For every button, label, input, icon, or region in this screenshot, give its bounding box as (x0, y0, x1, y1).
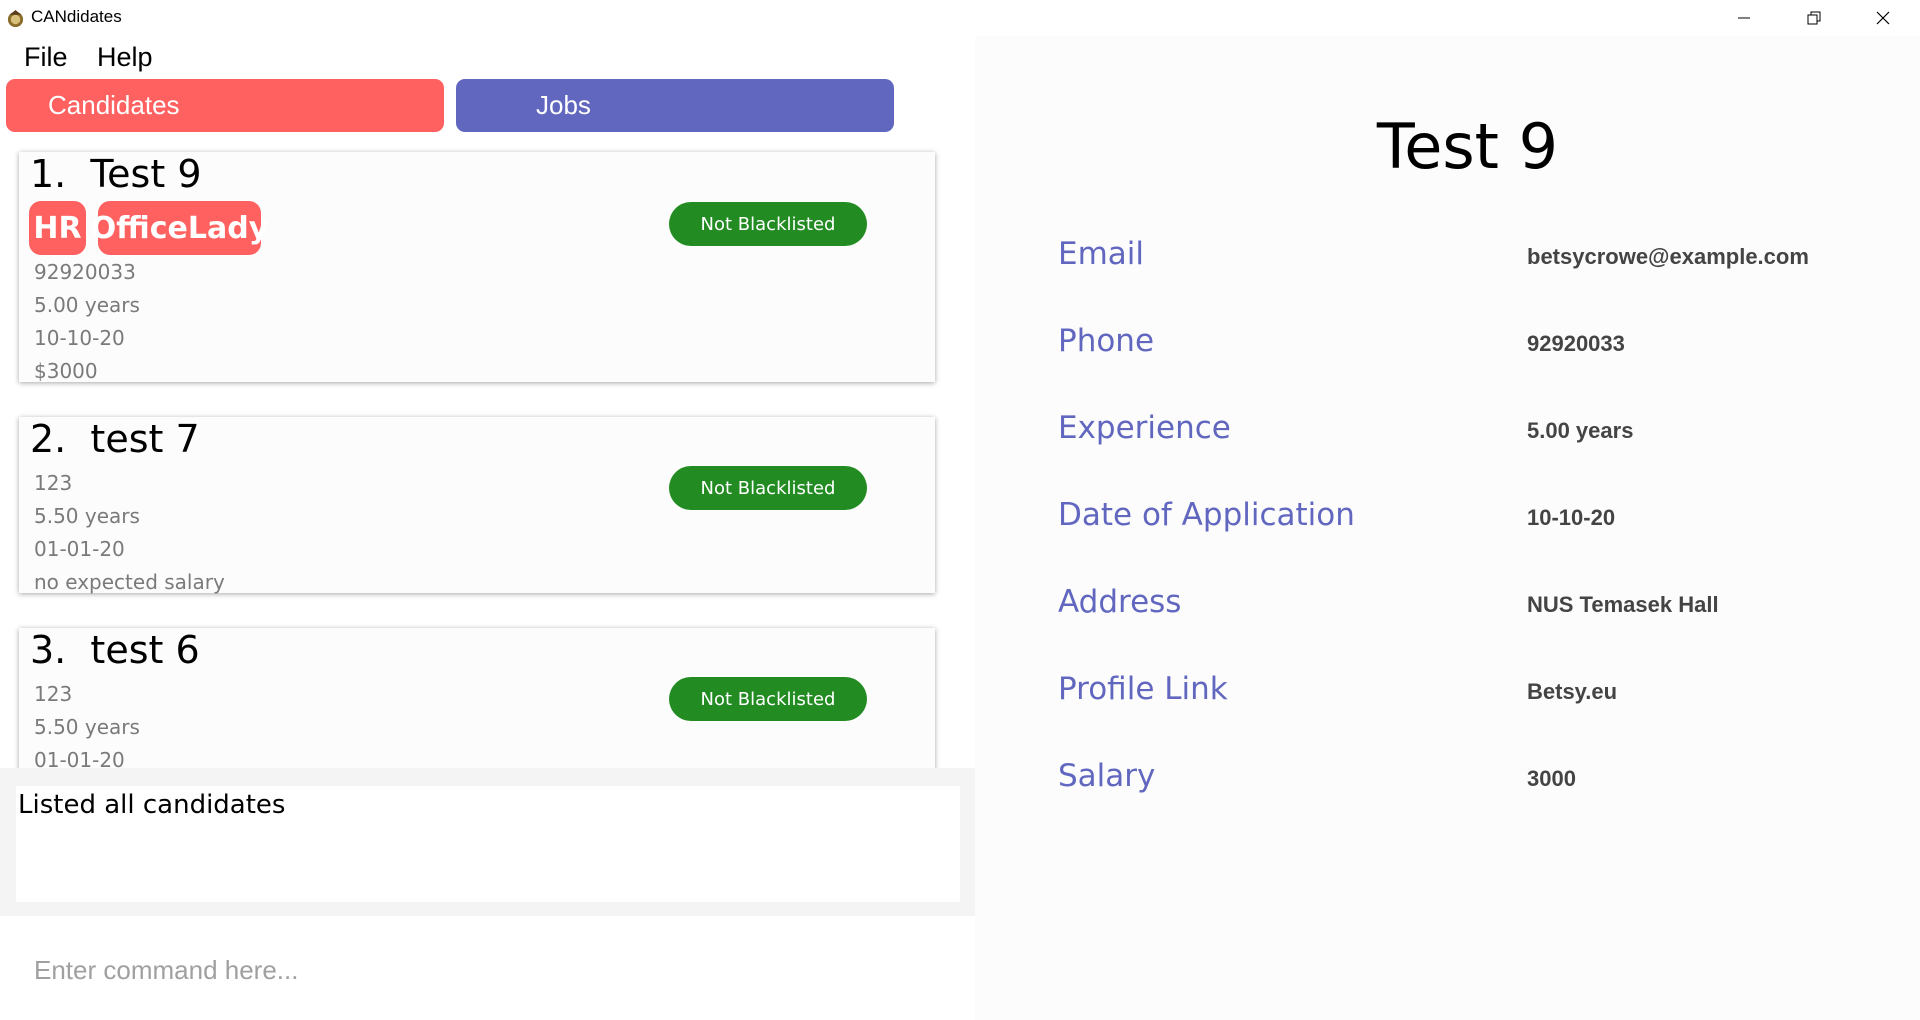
detail-label-date: Date of Application (1058, 497, 1355, 533)
detail-label-email: Email (1058, 236, 1145, 272)
candidate-name: 3. test 6 (30, 628, 200, 672)
result-display: Listed all candidates (16, 786, 960, 902)
candidate-phone: 92920033 (34, 260, 136, 284)
candidate-salary: no expected salary (34, 570, 225, 594)
detail-value-salary: 3000 (1527, 766, 1576, 791)
app-logo-icon (7, 9, 24, 28)
candidate-experience: 5.50 years (34, 504, 140, 528)
detail-label-salary: Salary (1058, 758, 1156, 794)
command-box (0, 916, 975, 1020)
menu-bar: File Help (0, 36, 975, 76)
detail-value-phone: 92920033 (1527, 331, 1625, 356)
blacklist-status-badge: Not Blacklisted (669, 202, 867, 246)
detail-label-experience: Experience (1058, 410, 1231, 446)
candidate-list[interactable]: 1. Test 9 HR OfficeLady 92920033 5.00 ye… (0, 140, 975, 768)
detail-value-profile[interactable]: Betsy.eu (1527, 679, 1617, 705)
candidate-phone: 123 (34, 471, 73, 495)
candidate-tag: HR (29, 201, 86, 255)
candidate-card[interactable]: 2. test 7 123 5.50 years 01-01-20 no exp… (19, 417, 935, 594)
result-message: Listed all candidates (18, 790, 286, 820)
close-button[interactable] (1849, 0, 1917, 36)
detail-value-email: betsycrowe@example.com (1527, 244, 1809, 269)
candidate-name: 1. Test 9 (30, 152, 202, 196)
detail-value-date: 10-10-20 (1527, 505, 1616, 530)
candidate-date: 10-10-20 (34, 326, 125, 350)
candidate-detail-panel: Test 9 Email betsycrowe@example.com Phon… (975, 36, 1920, 1020)
candidate-name: 2. test 7 (30, 417, 200, 461)
candidate-tag: OfficeLady (91, 201, 268, 255)
tab-candidates[interactable]: Candidates (6, 79, 444, 132)
blacklist-status-badge: Not Blacklisted (669, 677, 867, 721)
detail-label-address: Address (1058, 584, 1182, 620)
title-bar: CANdidates (0, 0, 1920, 36)
minimize-icon (1738, 17, 1750, 19)
candidate-experience: 5.50 years (34, 715, 140, 739)
result-panel: Listed all candidates (0, 768, 975, 916)
detail-label-profile: Profile Link (1058, 671, 1228, 707)
blacklist-status-badge: Not Blacklisted (669, 466, 867, 510)
close-icon (1876, 11, 1890, 25)
command-input[interactable] (18, 950, 948, 990)
detail-name: Test 9 (1376, 110, 1559, 183)
detail-label-phone: Phone (1058, 323, 1155, 359)
menu-help[interactable]: Help (97, 42, 153, 73)
restore-icon (1807, 11, 1821, 25)
candidate-date: 01-01-20 (34, 748, 125, 768)
candidate-card[interactable]: 3. test 6 123 5.50 years 01-01-20 Not Bl… (19, 628, 935, 768)
minimize-button[interactable] (1710, 0, 1778, 36)
candidate-salary: $3000 (34, 359, 98, 383)
candidate-card[interactable]: 1. Test 9 HR OfficeLady 92920033 5.00 ye… (19, 152, 935, 383)
candidate-date: 01-01-20 (34, 537, 125, 561)
detail-value-address: NUS Temasek Hall (1527, 592, 1719, 617)
candidate-experience: 5.00 years (34, 293, 140, 317)
detail-value-experience: 5.00 years (1527, 418, 1634, 443)
candidate-phone: 123 (34, 682, 73, 706)
restore-button[interactable] (1780, 0, 1848, 36)
tab-jobs[interactable]: Jobs (456, 79, 894, 132)
window-title: CANdidates (31, 7, 122, 26)
menu-file[interactable]: File (24, 42, 68, 73)
